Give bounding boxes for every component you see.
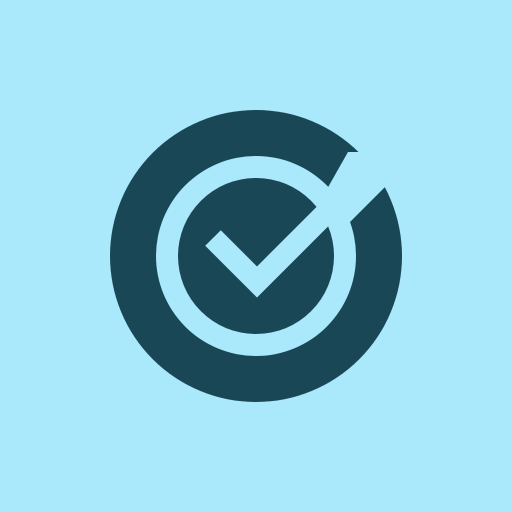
inner-disc	[178, 178, 334, 334]
app-icon-canvas	[0, 0, 512, 512]
check-circle-icon	[110, 110, 402, 402]
